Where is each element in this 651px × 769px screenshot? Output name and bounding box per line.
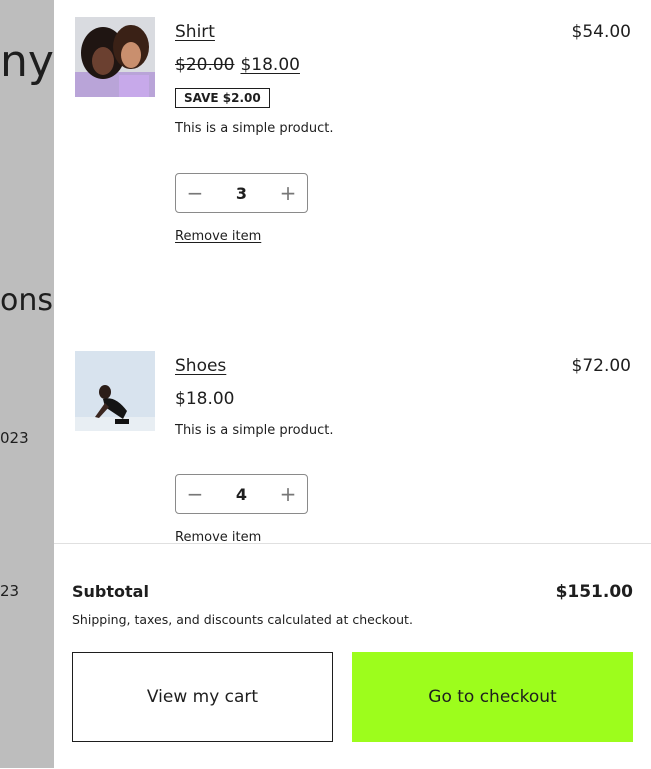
decrease-quantity-button[interactable]: − xyxy=(176,174,214,212)
remove-item-link[interactable]: Remove item xyxy=(175,530,261,543)
remove-item-link[interactable]: Remove item xyxy=(175,229,261,244)
subtotal-label: Subtotal xyxy=(72,582,149,601)
checkout-note: Shipping, taxes, and discounts calculate… xyxy=(72,612,413,627)
original-price: $20.00 xyxy=(175,55,235,75)
backdrop-date-fragment: 23 xyxy=(0,582,20,600)
increase-quantity-button[interactable]: + xyxy=(269,174,307,212)
price-group: $20.00 $18.00 xyxy=(175,55,300,75)
product-price: $18.00 xyxy=(175,389,235,409)
page-backdrop: ny ons 023 23 xyxy=(0,0,54,768)
backdrop-subheading-fragment: ons xyxy=(0,283,53,318)
cart-items-list[interactable]: Shirt $54.00 $20.00 $18.00 SAVE $2.00 Thi… xyxy=(54,0,651,543)
product-description: This is a simple product. xyxy=(175,423,334,438)
quantity-value[interactable]: 3 xyxy=(214,184,269,203)
increase-quantity-button[interactable]: + xyxy=(269,475,307,513)
quantity-stepper: − 3 + xyxy=(175,173,308,213)
view-cart-button[interactable]: View my cart xyxy=(72,652,333,742)
shoes-product-photo[interactable] xyxy=(75,351,155,431)
product-name-link[interactable]: Shoes xyxy=(175,356,226,376)
checkout-button[interactable]: Go to checkout xyxy=(352,652,633,742)
sale-badge: SAVE $2.00 xyxy=(175,88,270,108)
shirt-product-photo[interactable] xyxy=(75,17,155,97)
cart-footer: Subtotal $151.00 Shipping, taxes, and di… xyxy=(54,543,651,769)
mini-cart-drawer: Shirt $54.00 $20.00 $18.00 SAVE $2.00 Thi… xyxy=(54,0,651,769)
sale-price: $18.00 xyxy=(240,55,300,75)
quantity-value[interactable]: 4 xyxy=(214,485,269,504)
quantity-stepper: − 4 + xyxy=(175,474,308,514)
decrease-quantity-button[interactable]: − xyxy=(176,475,214,513)
price-group: $18.00 xyxy=(175,389,234,409)
backdrop-heading-fragment: ny xyxy=(0,36,54,87)
subtotal-value: $151.00 xyxy=(555,582,633,602)
backdrop-date-fragment: 023 xyxy=(0,429,29,447)
product-description: This is a simple product. xyxy=(175,121,334,136)
line-total: $72.00 xyxy=(571,356,631,376)
product-name-link[interactable]: Shirt xyxy=(175,22,215,42)
line-total: $54.00 xyxy=(571,22,631,42)
